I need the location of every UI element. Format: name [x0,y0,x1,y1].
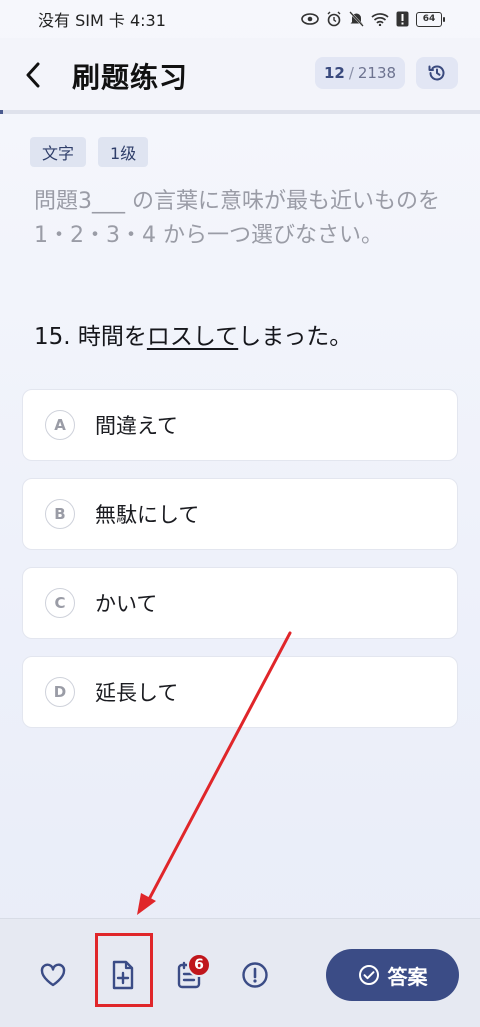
question-underlined-word: ロスして [146,324,239,350]
alert-icon [396,11,409,27]
option-d[interactable]: D 延長して [22,656,458,728]
status-bar: 没有 SIM 卡 4:31 64 [0,0,480,38]
alarm-icon [327,11,341,27]
tag-level: 1级 [98,137,149,167]
mute-icon [349,11,364,27]
history-button[interactable] [416,57,458,89]
status-icons: 64 [301,11,445,27]
carrier-time: 没有 SIM 卡 4:31 [38,11,166,30]
option-b[interactable]: B 無駄にして [22,478,458,550]
option-text: 無駄にして [95,503,200,527]
progress-divider [0,110,480,114]
counter-separator: / [348,64,354,82]
report-button[interactable] [236,957,274,993]
option-text: 延長して [95,681,179,705]
question-counter[interactable]: 12 / 2138 [315,57,405,89]
app-header: 刷题练习 12 / 2138 [0,38,480,110]
wifi-icon [371,13,389,26]
answer-label: 答案 [387,964,428,989]
option-letter: C [45,588,75,618]
question-text: 15. 時間をロスしてしまった。 [34,320,454,354]
bottom-toolbar: 6 答案 [0,918,480,1027]
check-circle-icon [358,965,379,985]
page-title: 刷题练习 [72,61,189,94]
option-letter: B [45,499,75,529]
battery-icon: 64 [416,11,445,27]
tag-category: 文字 [30,137,87,167]
eye-icon [301,13,319,25]
question-instruction: 問題3___ の言葉に意味が最も近いものを 1・2・3・4 から一つ選びなさい。 [34,189,440,248]
option-text: 間違えて [95,414,178,438]
notes-count-badge: 6 [187,953,211,977]
option-a[interactable]: A 間違えて [22,389,458,461]
report-icon [242,962,268,988]
option-c[interactable]: C かいて [22,567,458,639]
current-question-number: 12 [323,64,345,82]
show-answer-button[interactable]: 答案 [326,949,459,1001]
favorite-button[interactable] [34,957,72,993]
back-button[interactable] [18,58,48,92]
question-tags: 文字 1级 [30,137,149,167]
heart-icon [40,963,66,987]
question-prefix: 15. 時間を [34,324,147,350]
total-question-count: 2138 [357,64,397,82]
option-letter: D [45,677,75,707]
chevron-left-icon [26,62,40,88]
option-text: かいて [95,592,158,616]
option-letter: A [45,410,75,440]
annotation-highlight-box [95,933,153,1007]
question-suffix: しまった。 [238,324,353,350]
history-icon [428,65,445,81]
